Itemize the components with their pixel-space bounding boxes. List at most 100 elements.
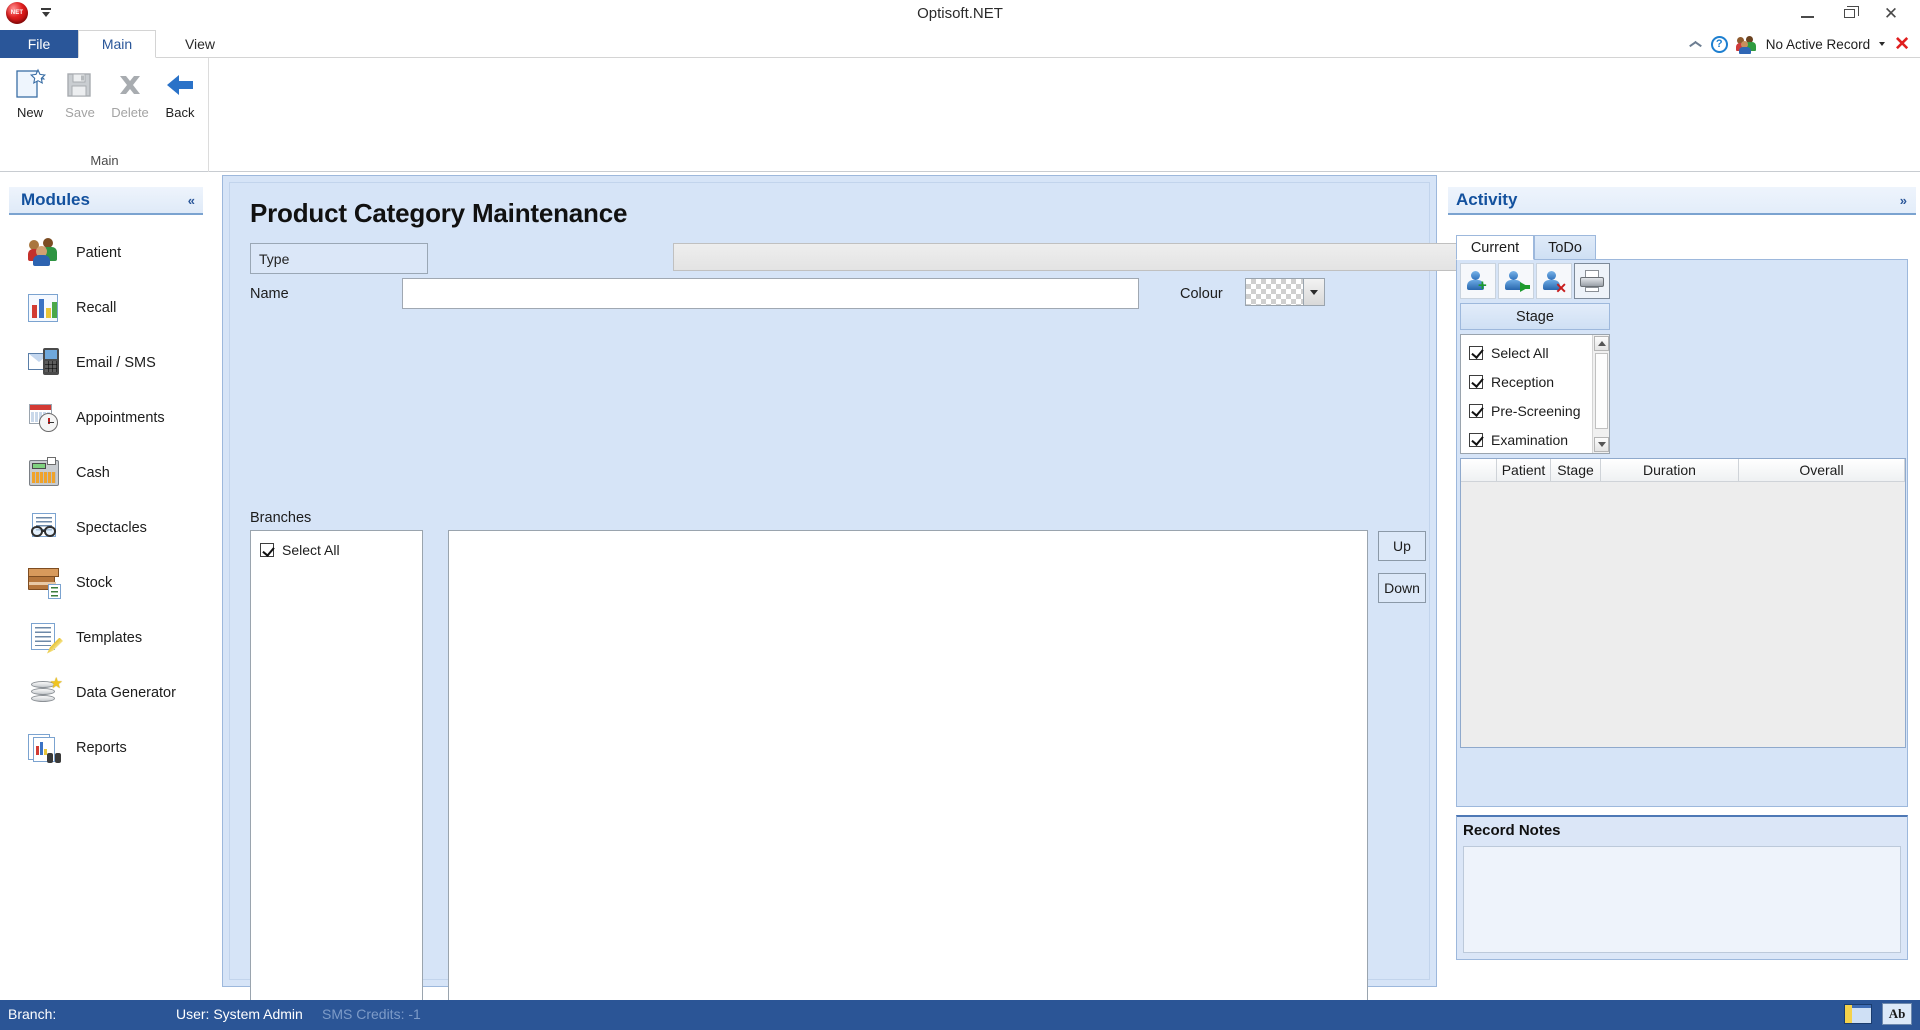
- save-button-label: Save: [65, 105, 95, 120]
- close-record-icon[interactable]: ✕: [1894, 35, 1910, 54]
- active-record-label[interactable]: No Active Record: [1766, 37, 1870, 52]
- tab-current[interactable]: Current: [1456, 235, 1534, 260]
- restore-button[interactable]: [1828, 0, 1870, 26]
- record-notes-title: Record Notes: [1463, 822, 1561, 839]
- sidebar-item-label: Recall: [76, 299, 117, 316]
- scrollbar-thumb[interactable]: [1595, 353, 1608, 429]
- list-item[interactable]: Examination: [1461, 425, 1592, 454]
- move-down-button[interactable]: Down: [1378, 573, 1426, 603]
- stage-button[interactable]: Stage: [1460, 303, 1610, 330]
- stage-checkbox-list[interactable]: Select All Reception Pre-Screening Exami…: [1460, 334, 1610, 454]
- colour-picker[interactable]: [1245, 278, 1325, 306]
- close-button[interactable]: ✕: [1870, 0, 1912, 26]
- activity-header-label: Activity: [1456, 190, 1518, 209]
- sidebar-item-cash[interactable]: Cash: [0, 445, 212, 500]
- stage-item-label: Reception: [1491, 373, 1555, 390]
- close-icon: ✕: [1883, 3, 1899, 23]
- patient-icon: [28, 237, 62, 269]
- sidebar-item-spectacles[interactable]: Spectacles: [0, 500, 212, 555]
- new-document-icon: [13, 68, 47, 102]
- print-button[interactable]: [1574, 263, 1610, 299]
- delete-button-label: Delete: [111, 105, 149, 120]
- tab-todo[interactable]: ToDo: [1534, 235, 1596, 260]
- column-header-overall[interactable]: Overall: [1739, 459, 1905, 482]
- sidebar-item-stock[interactable]: Stock: [0, 555, 212, 610]
- restore-icon: [1843, 5, 1859, 18]
- collapse-ribbon-icon[interactable]: [1688, 37, 1702, 51]
- delete-button[interactable]: Delete: [106, 64, 154, 122]
- window-layout-icon[interactable]: [1844, 1004, 1872, 1024]
- checkbox-icon[interactable]: [260, 543, 274, 557]
- ribbon-tab-strip: File Main View: [0, 30, 1920, 58]
- print-icon: [1580, 270, 1604, 292]
- checkbox-icon[interactable]: [1469, 403, 1483, 418]
- back-button[interactable]: Back: [156, 64, 204, 122]
- branches-select-all-label: Select All: [282, 542, 340, 558]
- expand-activity-icon[interactable]: »: [1900, 193, 1907, 208]
- list-item[interactable]: Pre-Screening: [1461, 396, 1592, 425]
- status-branch: Branch:: [8, 1006, 57, 1022]
- activity-header: Activity »: [1448, 187, 1916, 215]
- column-header-stage[interactable]: Stage: [1551, 459, 1601, 482]
- checkbox-icon[interactable]: [1469, 374, 1483, 389]
- delete-cross-icon: [113, 68, 147, 102]
- sidebar-item-reports[interactable]: Reports: [0, 720, 212, 775]
- move-patient-button[interactable]: [1498, 263, 1534, 299]
- ribbon-right-controls: ? No Active Record ✕: [1688, 30, 1910, 58]
- sidebar-item-label: Stock: [76, 574, 113, 591]
- remove-patient-button[interactable]: ✕: [1536, 263, 1572, 299]
- move-up-button[interactable]: Up: [1378, 531, 1426, 561]
- recall-chart-icon: [28, 292, 62, 324]
- column-header-patient[interactable]: Patient: [1497, 459, 1551, 482]
- sidebar-item-email-sms[interactable]: Email / SMS: [0, 335, 212, 390]
- sidebar-item-templates[interactable]: Templates: [0, 610, 212, 665]
- stage-list-scrollbar[interactable]: [1592, 335, 1609, 453]
- collapse-sidebar-icon[interactable]: «: [188, 193, 195, 208]
- save-button[interactable]: Save: [56, 64, 104, 122]
- add-patient-button[interactable]: +: [1460, 263, 1496, 299]
- chevron-down-icon: [1310, 289, 1318, 295]
- status-bar-icons: Ab: [1844, 1003, 1912, 1025]
- tab-view[interactable]: View: [165, 30, 235, 58]
- scroll-down-icon[interactable]: [1594, 437, 1609, 452]
- sidebar-item-recall[interactable]: Recall: [0, 280, 212, 335]
- checkbox-icon[interactable]: [1469, 432, 1483, 447]
- page-title: Product Category Maintenance: [250, 198, 628, 228]
- list-item[interactable]: Reception: [1461, 367, 1592, 396]
- branches-checkbox-list[interactable]: Select All: [250, 530, 423, 1030]
- save-floppy-icon: [63, 68, 97, 102]
- sidebar-item-data-generator[interactable]: ★ Data Generator: [0, 665, 212, 720]
- back-arrow-icon: [163, 68, 197, 102]
- new-button[interactable]: New: [6, 64, 54, 122]
- active-record-people-icon[interactable]: [1735, 35, 1757, 54]
- colour-dropdown-button[interactable]: [1303, 279, 1324, 305]
- window-controls: ✕: [1786, 0, 1912, 26]
- move-patient-icon: [1505, 270, 1530, 292]
- email-sms-icon: [28, 347, 62, 379]
- help-icon[interactable]: ?: [1710, 35, 1728, 53]
- stage-list-items: Select All Reception Pre-Screening Exami…: [1461, 335, 1592, 453]
- minimize-button[interactable]: [1786, 0, 1828, 26]
- sidebar-item-appointments[interactable]: Appointments: [0, 390, 212, 445]
- list-item[interactable]: Select All: [251, 539, 422, 561]
- sidebar-item-patient[interactable]: Patient: [0, 225, 212, 280]
- spellcheck-icon[interactable]: Ab: [1882, 1003, 1912, 1025]
- activity-toolbar: + ✕: [1460, 263, 1610, 299]
- modules-header-label: Modules: [21, 190, 90, 209]
- record-notes-input[interactable]: [1463, 846, 1901, 953]
- status-bar: Branch: User: System Admin SMS Credits: …: [0, 1000, 1920, 1030]
- tab-file[interactable]: File: [0, 30, 78, 58]
- checkbox-icon[interactable]: [1469, 345, 1483, 360]
- scroll-up-icon[interactable]: [1594, 336, 1609, 351]
- selected-branches-panel[interactable]: [448, 530, 1368, 1030]
- type-label: Type: [250, 243, 428, 274]
- stage-item-label: Pre-Screening: [1491, 402, 1581, 419]
- status-sms-credits: SMS Credits: -1: [322, 1006, 421, 1022]
- list-item[interactable]: Select All: [1461, 338, 1592, 367]
- tab-main[interactable]: Main: [78, 30, 156, 58]
- name-input[interactable]: [402, 278, 1139, 309]
- column-header-duration[interactable]: Duration: [1601, 459, 1739, 482]
- new-button-label: New: [16, 105, 43, 120]
- chevron-down-icon[interactable]: [1879, 42, 1886, 46]
- column-header-blank[interactable]: [1461, 459, 1497, 482]
